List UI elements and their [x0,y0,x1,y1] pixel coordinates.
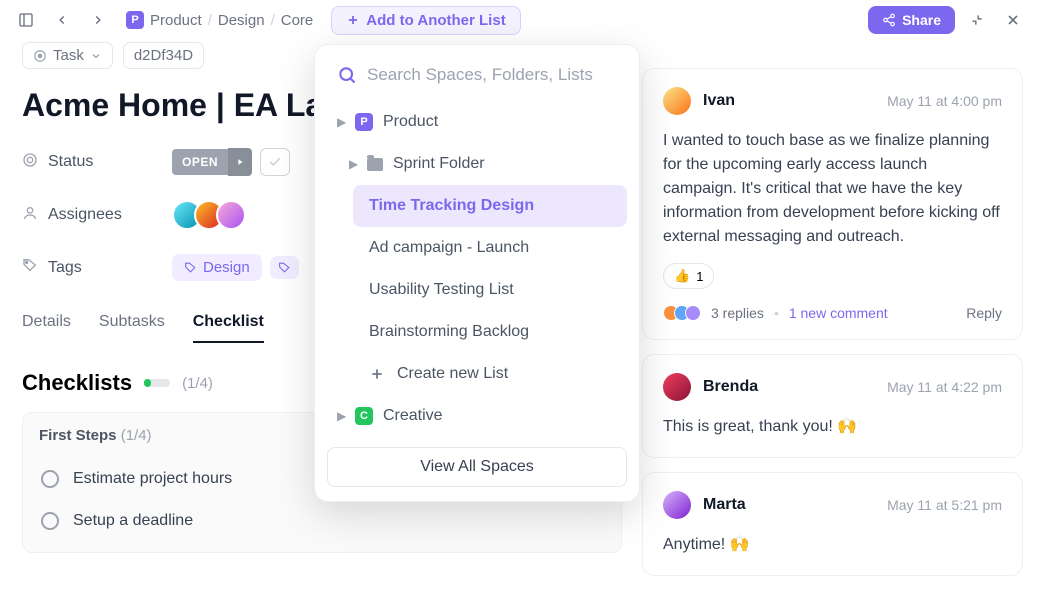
progress-text: (1/4) [182,375,213,392]
tree-space-label: Creative [383,407,443,425]
tags-label: Tags [48,259,82,277]
tag-label: Design [203,259,250,276]
avatar[interactable] [663,491,691,519]
top-bar: P Product / Design / Core Add to Another… [0,0,1039,40]
share-button[interactable]: Share [868,6,955,34]
task-id-pill[interactable]: d2Df34D [123,42,204,69]
assignees-icon [22,205,38,226]
tree-space-creative[interactable]: ▶ C Creative [327,395,627,437]
avatar[interactable] [663,373,691,401]
comment-card: Brenda May 11 at 4:22 pm This is great, … [642,354,1023,458]
reaction-chip[interactable]: 👍 1 [663,263,714,289]
comment-timestamp: May 11 at 4:00 pm [887,93,1002,109]
space-picker-popover: ▶ P Product ▶ Sprint Folder Time Trackin… [314,44,640,502]
search-input[interactable] [367,65,617,85]
tree-space-product[interactable]: ▶ P Product [327,101,627,143]
space-badge: C [355,407,373,425]
breadcrumb-separator: / [271,12,275,29]
reply-avatars [663,305,701,321]
status-next-button[interactable] [228,148,252,176]
caret-icon: ▶ [337,115,345,129]
tree-space-label: Product [383,113,438,131]
comment-timestamp: May 11 at 4:22 pm [887,379,1002,395]
breadcrumb-list[interactable]: Core [281,12,314,29]
checklist-item[interactable]: Setup a deadline [23,500,621,542]
space-badge: P [355,113,373,131]
checklist-group-progress: (1/4) [121,427,152,444]
plus-icon [369,366,385,382]
tag-chip[interactable] [270,256,299,279]
replies-count[interactable]: 3 replies [711,305,764,321]
list-item[interactable]: Time Tracking Design [353,185,627,227]
tags-icon [22,257,38,278]
comment-body: This is great, thank you! 🙌 [663,415,1002,439]
checklist-item-label: Estimate project hours [73,470,232,488]
breadcrumb-space[interactable]: Product [150,12,202,29]
checklists-heading: Checklists [22,370,132,396]
panel-toggle-icon[interactable] [12,6,40,34]
checklist-radio[interactable] [41,512,59,530]
status-value[interactable]: OPEN [172,149,228,175]
share-label: Share [902,12,941,28]
comment-timestamp: May 11 at 5:21 pm [887,497,1002,513]
assignee-avatars[interactable] [172,200,246,230]
folder-icon [367,158,383,171]
reply-button[interactable]: Reply [966,305,1002,321]
comment-body: I wanted to touch base as we finalize pl… [663,129,1002,249]
avatar[interactable] [216,200,246,230]
separator: • [774,305,779,321]
task-type-label: Task [53,47,84,64]
comment-author[interactable]: Ivan [703,92,735,110]
create-list-label: Create new List [397,365,508,383]
view-all-spaces-button[interactable]: View All Spaces [327,447,627,487]
comment-body: Anytime! 🙌 [663,533,1002,557]
progress-bar [144,379,170,387]
complete-checkbox[interactable] [260,148,290,176]
checklist-group-name: First Steps [39,427,117,444]
tab-checklist[interactable]: Checklist [193,313,264,343]
collapse-icon[interactable] [963,6,991,34]
caret-icon: ▶ [349,157,357,171]
tab-details[interactable]: Details [22,313,71,343]
status-label: Status [48,153,93,171]
list-item[interactable]: Ad campaign - Launch [353,227,627,269]
status-icon [22,152,38,173]
tag-chip[interactable]: Design [172,254,262,281]
search-icon [337,65,357,85]
tab-subtasks[interactable]: Subtasks [99,313,165,343]
list-item[interactable]: Usability Testing List [353,269,627,311]
reaction-count: 1 [696,269,703,284]
comment-author[interactable]: Brenda [703,378,758,396]
nav-back-button[interactable] [48,6,76,34]
create-list-button[interactable]: Create new List [353,353,627,395]
tree-folder-sprint[interactable]: ▶ Sprint Folder [339,143,627,185]
space-badge: P [126,11,144,29]
add-to-list-button[interactable]: Add to Another List [331,6,520,35]
task-type-pill[interactable]: Task [22,42,113,69]
breadcrumb-separator: / [208,12,212,29]
tree-folder-label: Sprint Folder [393,155,485,173]
nav-forward-button[interactable] [84,6,112,34]
comment-card: Marta May 11 at 5:21 pm Anytime! 🙌 [642,472,1023,576]
comment-author[interactable]: Marta [703,496,746,514]
new-comment-indicator[interactable]: 1 new comment [789,305,888,321]
add-to-list-label: Add to Another List [366,12,505,29]
list-item[interactable]: Brainstorming Backlog [353,311,627,353]
checklist-radio[interactable] [41,470,59,488]
checklist-item-label: Setup a deadline [73,512,193,530]
avatar [685,305,701,321]
avatar[interactable] [663,87,691,115]
task-id: d2Df34D [134,47,193,64]
breadcrumb[interactable]: P Product / Design / Core [126,11,313,29]
comment-card: Ivan May 11 at 4:00 pm I wanted to touch… [642,68,1023,340]
breadcrumb-folder[interactable]: Design [218,12,265,29]
close-icon[interactable] [999,6,1027,34]
caret-icon: ▶ [337,409,345,423]
chevron-down-icon [90,50,102,62]
assignees-label: Assignees [48,206,122,224]
reaction-emoji: 👍 [674,268,690,284]
